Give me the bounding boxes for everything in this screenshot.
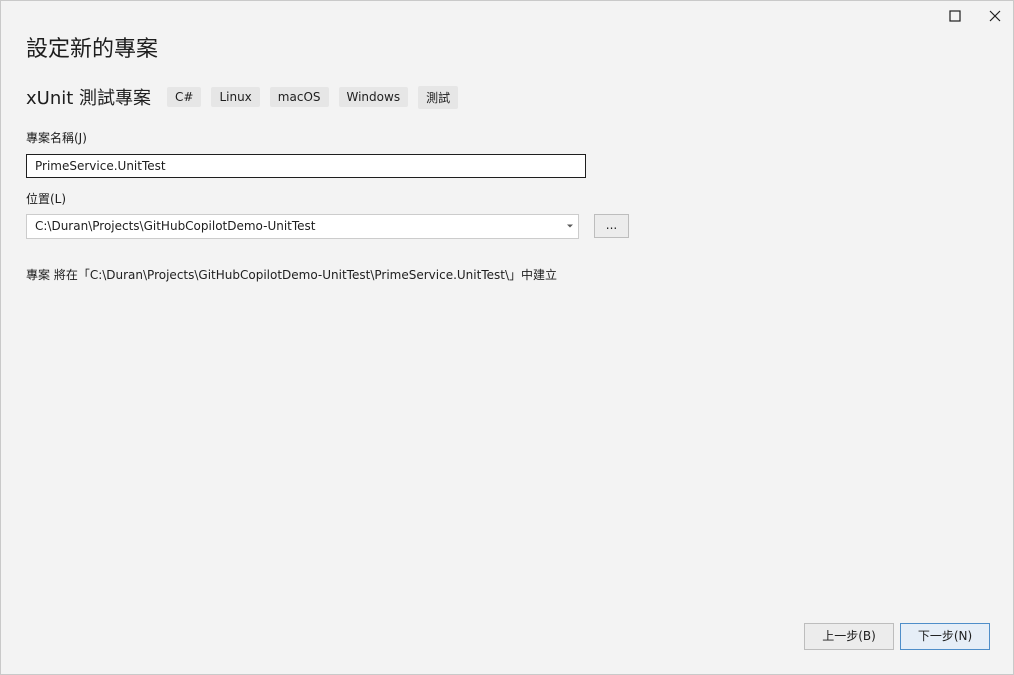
template-name: xUnit 測試專案 xyxy=(26,88,152,109)
tag-project-type: 測試 xyxy=(418,85,459,109)
browse-button[interactable]: ... xyxy=(594,214,629,238)
location-combobox[interactable]: C:\Duran\Projects\GitHubCopilotDemo-Unit… xyxy=(26,214,579,239)
tag-platform-windows: Windows xyxy=(338,87,409,107)
project-name-label: 專案名稱(J) xyxy=(26,131,87,145)
maximize-button[interactable] xyxy=(935,1,975,31)
next-button[interactable]: 下一步(N) xyxy=(900,623,990,650)
tag-platform-macos: macOS xyxy=(269,87,329,107)
chevron-down-icon[interactable] xyxy=(566,222,574,230)
project-path-note: 專案 將在「C:\Duran\Projects\GitHubCopilotDem… xyxy=(26,268,557,282)
location-label: 位置(L) xyxy=(26,192,67,206)
tag-language: C# xyxy=(167,87,202,107)
close-icon xyxy=(989,10,1001,22)
dialog-window: 設定新的專案 xUnit 測試專案 C# Linux macOS Windows… xyxy=(0,0,1014,675)
template-info: xUnit 測試專案 C# Linux macOS Windows 測試 xyxy=(26,84,468,110)
project-name-input[interactable]: PrimeService.UnitTest xyxy=(26,154,586,178)
tag-platform-linux: Linux xyxy=(211,87,260,107)
back-button[interactable]: 上一步(B) xyxy=(804,623,894,650)
close-button[interactable] xyxy=(975,1,1013,31)
maximize-icon xyxy=(949,10,961,22)
page-title: 設定新的專案 xyxy=(26,37,159,62)
location-value: C:\Duran\Projects\GitHubCopilotDemo-Unit… xyxy=(35,219,316,233)
